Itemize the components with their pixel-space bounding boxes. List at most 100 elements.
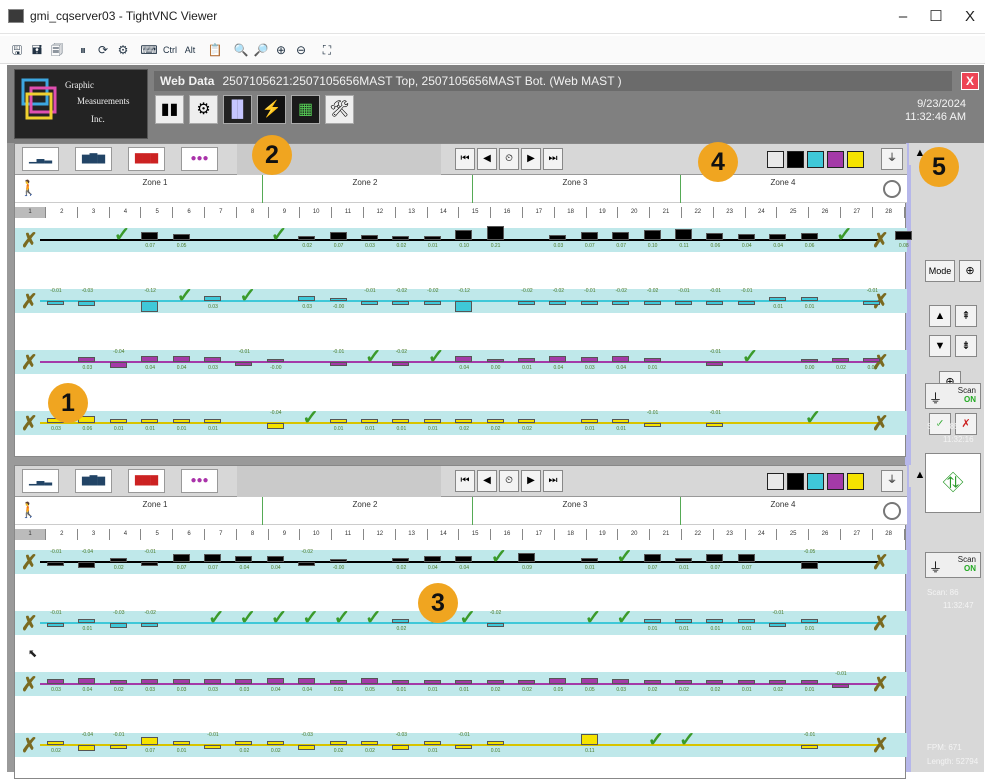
toolbar-print-icon[interactable]: 🖬 bbox=[28, 41, 46, 59]
bottom-track-left-marker-icon[interactable]: ✗ bbox=[21, 672, 38, 697]
bottom-nav-clock-button[interactable]: ⏲ bbox=[499, 470, 519, 492]
zoom-in-icon[interactable]: 🔍 bbox=[232, 41, 250, 59]
bottom-check-icon: ✓ bbox=[208, 607, 225, 629]
toolbar-paste-icon[interactable]: 📋 bbox=[206, 41, 224, 59]
app-icon-trend[interactable]: ⚡ bbox=[257, 95, 286, 124]
move-down-button[interactable]: ▼ bbox=[929, 335, 951, 357]
bottom-track-left-marker-icon[interactable]: ✗ bbox=[21, 733, 38, 758]
top-scan-box[interactable]: ⏚ Scan ON bbox=[925, 383, 981, 409]
minimize-button[interactable]: – bbox=[888, 6, 918, 28]
top-track-left-marker-icon[interactable]: ✗ bbox=[21, 289, 38, 314]
bottom-track-right-marker-icon[interactable]: ✗ bbox=[872, 672, 889, 697]
top-color-swatch-5[interactable] bbox=[847, 151, 864, 168]
fullscreen-icon[interactable]: ⛶ bbox=[318, 41, 336, 59]
bottom-track-left-marker-icon[interactable]: ✗ bbox=[21, 611, 38, 636]
bottom-bar bbox=[141, 562, 159, 566]
target-icon[interactable]: ⊕ bbox=[959, 260, 981, 282]
top-view-trend-button[interactable]: ▁▃▂ bbox=[22, 147, 59, 171]
top-track-right-marker-icon[interactable]: ✗ bbox=[872, 411, 889, 436]
callout-badge-4: 4 bbox=[698, 142, 738, 182]
top-nav-last-button[interactable]: ⏭ bbox=[543, 148, 563, 170]
app-icon-profile[interactable]: ▐▌ bbox=[223, 95, 252, 124]
app-close-button[interactable]: X bbox=[961, 72, 979, 90]
top-value-label: 0.01 bbox=[804, 304, 815, 310]
app-icon-measurements[interactable]: ▮▮ bbox=[155, 95, 184, 124]
bottom-scan-box[interactable]: ⏚ Scan ON bbox=[925, 552, 981, 578]
top-bar bbox=[141, 419, 159, 423]
top-value-label: 0.01 bbox=[208, 426, 218, 432]
top-nav-first-button[interactable]: ⏮ bbox=[455, 148, 475, 170]
bottom-value-label: 0.02 bbox=[396, 565, 407, 571]
bottom-bar bbox=[486, 623, 504, 628]
bottom-color-swatch-4[interactable] bbox=[827, 473, 844, 490]
bottom-color-swatch-3[interactable] bbox=[807, 473, 824, 490]
logo-line-3: Inc. bbox=[91, 114, 105, 124]
top-view-map-button[interactable]: ●●● bbox=[181, 147, 218, 171]
bottom-nav-last-button[interactable]: ⏭ bbox=[543, 470, 563, 492]
top-view-bars-button[interactable]: ▇▇▇ bbox=[128, 147, 165, 171]
top-value-label: -0.02 bbox=[552, 288, 565, 294]
top-track-right-marker-icon[interactable]: ✗ bbox=[872, 228, 889, 253]
bottom-bar bbox=[361, 740, 378, 745]
move-up-button[interactable]: ▲ bbox=[929, 305, 951, 327]
bottom-track-right-marker-icon[interactable]: ✗ bbox=[872, 550, 889, 575]
move-top-button[interactable]: ⇞ bbox=[955, 305, 977, 327]
bottom-track-right-marker-icon[interactable]: ✗ bbox=[872, 611, 889, 636]
top-bar bbox=[675, 301, 692, 305]
move-bottom-button[interactable]: ⇟ bbox=[955, 335, 977, 357]
bottom-col-num: 23 bbox=[714, 529, 746, 540]
top-color-swatch-3[interactable] bbox=[807, 151, 824, 168]
top-track-left-marker-icon[interactable]: ✗ bbox=[21, 411, 38, 436]
bottom-view-trend-button[interactable]: ▁▃▂ bbox=[22, 469, 59, 493]
top-nav-next-button[interactable]: ▶ bbox=[521, 148, 541, 170]
bottom-nav-next-button[interactable]: ▶ bbox=[521, 470, 541, 492]
top-color-swatch-1[interactable] bbox=[767, 151, 784, 168]
bottom-zone-settings-icon[interactable] bbox=[883, 502, 901, 520]
toolbar-copy-icon[interactable]: 🗐 bbox=[48, 41, 66, 59]
bottom-nav-prev-button[interactable]: ◀ bbox=[477, 470, 497, 492]
toolbar-pause-icon[interactable]: ⏸ bbox=[74, 41, 92, 59]
top-nav-clock-button[interactable]: ⏲ bbox=[499, 148, 519, 170]
bottom-view-bars-button[interactable]: ▇▇▇ bbox=[128, 469, 165, 493]
close-window-button[interactable]: X bbox=[955, 6, 985, 28]
bottom-view-profile-button[interactable]: ▆▇▆ bbox=[75, 469, 112, 493]
bottom-track-left-marker-icon[interactable]: ✗ bbox=[21, 550, 38, 575]
toolbar-refresh-icon[interactable]: ⟳ bbox=[94, 41, 112, 59]
top-track-left-marker-icon[interactable]: ✗ bbox=[21, 350, 38, 375]
toolbar-alt-button[interactable]: Alt bbox=[180, 41, 200, 59]
top-check-icon: ✓ bbox=[113, 224, 131, 246]
bottom-color-swatch-5[interactable] bbox=[847, 473, 864, 490]
top-nav-prev-button[interactable]: ◀ bbox=[477, 148, 497, 170]
app-icon-settings[interactable]: ⚙ bbox=[189, 95, 218, 124]
bottom-view-map-button[interactable]: ●●● bbox=[181, 469, 218, 493]
top-track-left-marker-icon[interactable]: ✗ bbox=[21, 228, 38, 253]
toolbar-options-icon[interactable]: ⚙ bbox=[114, 41, 132, 59]
bottom-filter-button[interactable]: ⏚ bbox=[881, 470, 903, 492]
app-header: Graphic Measurements Inc. Web Data 250710… bbox=[7, 65, 984, 143]
app-icon-grid[interactable]: ▦ bbox=[291, 95, 320, 124]
toolbar-save-icon[interactable]: 🖫 bbox=[8, 41, 26, 59]
top-track-right-marker-icon[interactable]: ✗ bbox=[872, 350, 889, 375]
bottom-col-num: 5 bbox=[142, 529, 174, 540]
top-value-label: 0.02 bbox=[302, 243, 313, 249]
top-view-profile-button[interactable]: ▆▇▆ bbox=[75, 147, 112, 171]
top-color-swatch-2[interactable] bbox=[787, 151, 804, 168]
zoom-100-icon[interactable]: ⊖ bbox=[292, 41, 310, 59]
toolbar-keyboard-icon[interactable]: ⌨ bbox=[140, 41, 158, 59]
bottom-nav-first-button[interactable]: ⏮ bbox=[455, 470, 475, 492]
zoom-out-icon[interactable]: 🔎 bbox=[252, 41, 270, 59]
maximize-button[interactable]: ☐ bbox=[921, 6, 951, 28]
top-color-swatch-4[interactable] bbox=[827, 151, 844, 168]
zoom-fit-icon[interactable]: ⊕ bbox=[272, 41, 290, 59]
top-filter-button[interactable]: ⏚ bbox=[881, 148, 903, 170]
toolbar-ctrl-button[interactable]: Ctrl bbox=[160, 41, 180, 59]
bottom-color-swatch-2[interactable] bbox=[787, 473, 804, 490]
top-value-label: 0.04 bbox=[773, 243, 784, 249]
bottom-track-right-marker-icon[interactable]: ✗ bbox=[872, 733, 889, 758]
header-title: Web Data bbox=[160, 74, 215, 88]
bottom-color-swatch-1[interactable] bbox=[767, 473, 784, 490]
app-icon-tools[interactable]: 🛠 bbox=[325, 95, 354, 124]
top-bar bbox=[894, 231, 912, 240]
mode-button[interactable]: Mode bbox=[925, 260, 955, 282]
top-zone-settings-icon[interactable] bbox=[883, 180, 901, 198]
